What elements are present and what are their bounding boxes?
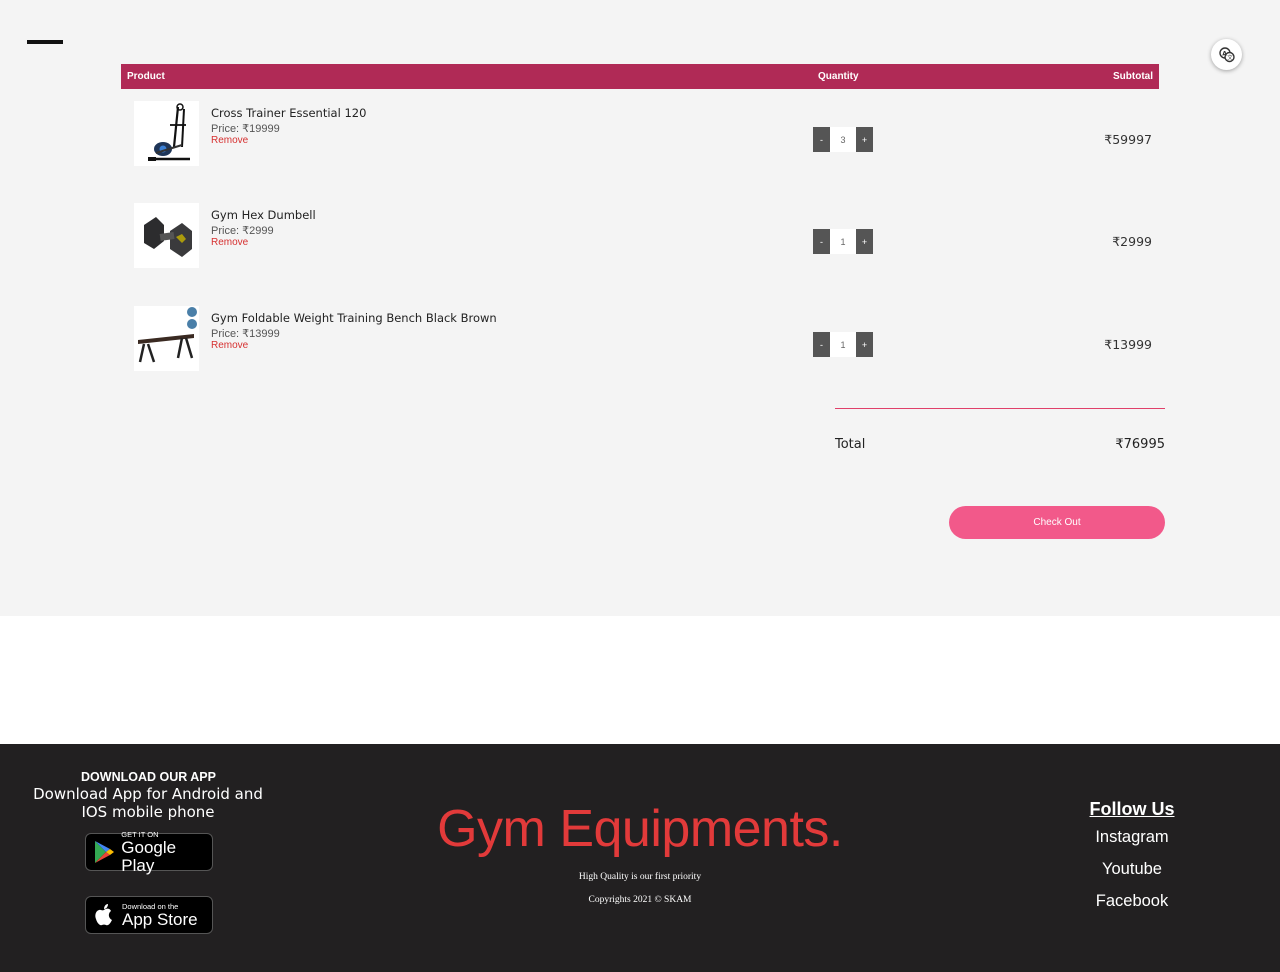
total-label: Total: [835, 437, 866, 452]
product-price: Price: ₹19999: [211, 123, 280, 135]
quantity-column-header: Quantity: [818, 71, 859, 82]
increase-quantity-button[interactable]: +: [856, 229, 873, 254]
remove-link[interactable]: Remove: [211, 135, 248, 146]
quantity-stepper: - 1 +: [813, 332, 873, 357]
hex-dumbbell-image: [134, 203, 199, 268]
remove-link[interactable]: Remove: [211, 237, 248, 248]
remove-link[interactable]: Remove: [211, 340, 248, 351]
facebook-link[interactable]: Facebook: [1042, 892, 1222, 911]
youtube-link[interactable]: Youtube: [1042, 860, 1222, 879]
product-price: Price: ₹2999: [211, 225, 274, 237]
quantity-stepper: - 3 +: [813, 127, 873, 152]
decrease-quantity-button[interactable]: -: [813, 332, 830, 357]
download-title: DOWNLOAD OUR APP: [81, 770, 216, 784]
total-divider: [835, 408, 1165, 409]
translate-icon[interactable]: A 文: [1211, 39, 1242, 70]
checkout-button[interactable]: Check Out: [949, 506, 1165, 539]
spacer-section: [0, 616, 1280, 744]
subtotal-column-header: Subtotal: [1113, 71, 1153, 82]
cart-row: Gym Hex Dumbell Price: ₹2999 Remove - 1 …: [121, 203, 1159, 269]
row-subtotal: ₹59997: [1104, 132, 1152, 147]
cart-row: Cross Trainer Essential 120 Price: ₹1999…: [121, 101, 1159, 167]
increase-quantity-button[interactable]: +: [856, 332, 873, 357]
svg-text:文: 文: [1227, 53, 1233, 61]
weight-bench-image: [134, 306, 199, 371]
quantity-value[interactable]: 1: [830, 332, 856, 357]
product-column-header: Product: [127, 71, 165, 82]
product-name[interactable]: Cross Trainer Essential 120: [211, 106, 366, 120]
increase-quantity-button[interactable]: +: [856, 127, 873, 152]
cart-header: Product Quantity Subtotal: [121, 64, 1159, 89]
quantity-value[interactable]: 3: [830, 127, 856, 152]
footer: DOWNLOAD OUR APP Download App for Androi…: [0, 744, 1280, 972]
product-name[interactable]: Gym Foldable Weight Training Bench Black…: [211, 311, 497, 325]
app-store-big-text: App Store: [122, 909, 198, 929]
cross-trainer-image: [134, 101, 199, 166]
instagram-link[interactable]: Instagram: [1042, 828, 1222, 847]
row-subtotal: ₹2999: [1112, 234, 1152, 249]
quantity-value[interactable]: 1: [830, 229, 856, 254]
cart-table: Product Quantity Subtotal Cross Trainer …: [121, 64, 1159, 371]
quantity-stepper: - 1 +: [813, 229, 873, 254]
decrease-quantity-button[interactable]: -: [813, 127, 830, 152]
cart-row: Gym Foldable Weight Training Bench Black…: [121, 306, 1159, 372]
hamburger-menu-icon[interactable]: [27, 40, 63, 44]
product-name[interactable]: Gym Hex Dumbell: [211, 208, 316, 222]
follow-us-heading: Follow Us: [1089, 799, 1175, 819]
row-subtotal: ₹13999: [1104, 337, 1152, 352]
decrease-quantity-button[interactable]: -: [813, 229, 830, 254]
product-price: Price: ₹13999: [211, 328, 280, 340]
total-value: ₹76995: [1115, 437, 1165, 452]
